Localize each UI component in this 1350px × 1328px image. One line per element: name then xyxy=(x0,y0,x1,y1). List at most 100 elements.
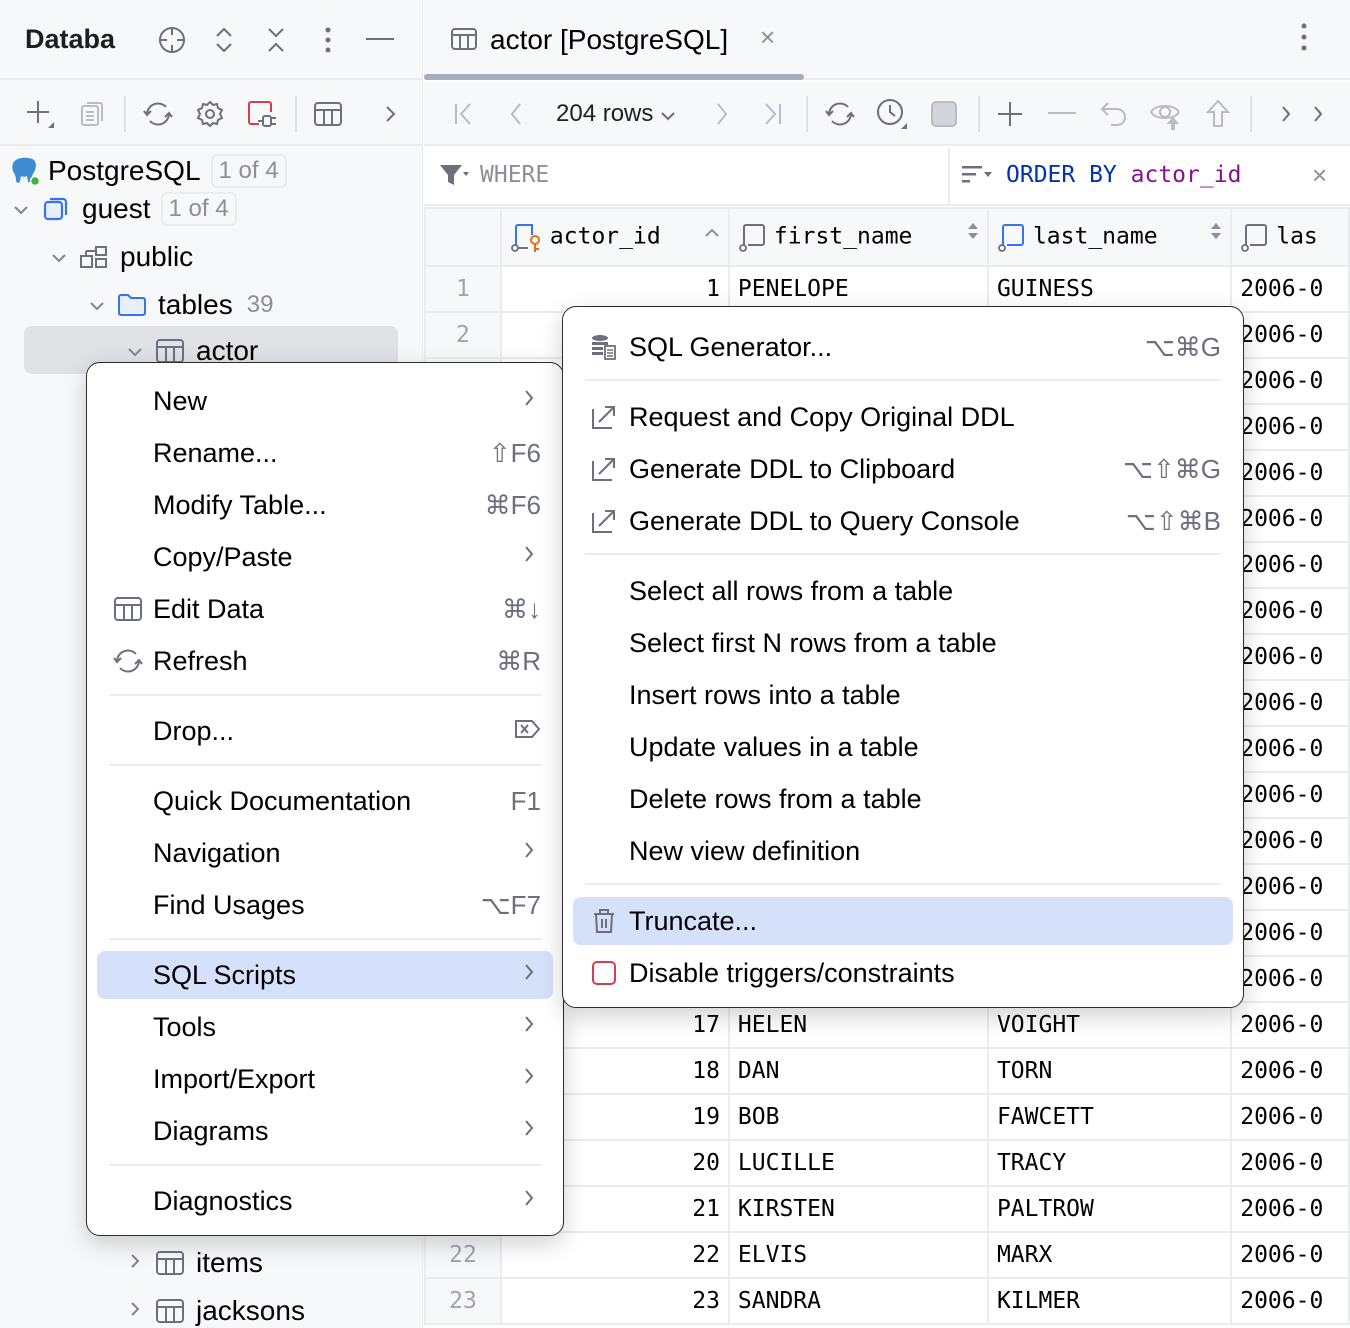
menu-item-new-view-definition[interactable]: New view definition xyxy=(573,827,1233,875)
collapse-all-icon[interactable] xyxy=(259,22,293,58)
menu-item-sql-generator[interactable]: SQL Generator... ⌥⌘G xyxy=(573,323,1233,371)
cell-last-name[interactable]: FAWCETT xyxy=(986,1093,1233,1141)
cell-last-name[interactable]: TORN xyxy=(986,1047,1233,1095)
cell-last-update[interactable]: 2006-0 xyxy=(1230,495,1350,543)
chevron-right-icon[interactable] xyxy=(372,96,408,132)
menu-item-update-values-in-a-table[interactable]: Update values in a table xyxy=(573,723,1233,771)
cell-actor-id[interactable]: 22 xyxy=(499,1231,730,1279)
copy-icon[interactable] xyxy=(74,96,110,132)
cell-last-update[interactable]: 2006-0 xyxy=(1230,265,1350,313)
revert-icon[interactable] xyxy=(1096,96,1132,132)
cell-last-name[interactable]: KILMER xyxy=(986,1277,1233,1325)
menu-item-select-all-rows-from-a-table[interactable]: Select all rows from a table xyxy=(573,567,1233,615)
menu-item-navigation[interactable]: Navigation xyxy=(97,829,553,877)
menu-item-select-first-n-rows-from-a-table[interactable]: Select first N rows from a table xyxy=(573,619,1233,667)
menu-item-disable-triggers-constraints[interactable]: Disable triggers/constraints xyxy=(573,949,1233,997)
column-header-first-name[interactable]: first_name xyxy=(727,207,989,267)
chevron-right-icon[interactable] xyxy=(120,1300,150,1323)
column-header-last-update[interactable]: las xyxy=(1230,207,1350,267)
cell-last-update[interactable]: 2006-0 xyxy=(1230,587,1350,635)
menu-item-insert-rows-into-a-table[interactable]: Insert rows into a table xyxy=(573,671,1233,719)
menu-item-sql-scripts[interactable]: SQL Scripts xyxy=(97,951,553,999)
cell-first-name[interactable]: LUCILLE xyxy=(727,1139,989,1187)
menu-item-drop[interactable]: Drop... xyxy=(97,707,553,755)
cell-first-name[interactable]: KIRSTEN xyxy=(727,1185,989,1233)
cell-last-update[interactable]: 2006-0 xyxy=(1230,817,1350,865)
expand-all-icon[interactable] xyxy=(207,22,241,58)
cell-last-update[interactable]: 2006-0 xyxy=(1230,403,1350,451)
preview-changes-icon[interactable] xyxy=(1148,96,1184,132)
add-icon[interactable] xyxy=(22,96,58,132)
delete-row-icon[interactable] xyxy=(1044,96,1080,132)
cell-last-update[interactable]: 2006-0 xyxy=(1230,771,1350,819)
minimize-icon[interactable] xyxy=(363,22,397,58)
stop-icon[interactable] xyxy=(926,96,962,132)
cell-last-update[interactable]: 2006-0 xyxy=(1230,955,1350,1003)
cell-last-update[interactable]: 2006-0 xyxy=(1230,357,1350,405)
cell-last-update[interactable]: 2006-0 xyxy=(1230,1231,1350,1279)
column-header-actor-id[interactable]: actor_id xyxy=(499,207,730,267)
chevron-down-icon[interactable] xyxy=(44,246,74,269)
cell-last-update[interactable]: 2006-0 xyxy=(1230,1277,1350,1325)
tree-item-jacksons[interactable]: jacksons xyxy=(120,1288,305,1328)
column-header-last-name[interactable]: last_name xyxy=(986,207,1233,267)
menu-item-import-export[interactable]: Import/Export xyxy=(97,1055,553,1103)
cell-last-update[interactable]: 2006-0 xyxy=(1230,541,1350,589)
cell-last-update[interactable]: 2006-0 xyxy=(1230,1093,1350,1141)
menu-item-request-and-copy-original-ddl[interactable]: Request and Copy Original DDL xyxy=(573,393,1233,441)
menu-item-truncate[interactable]: Truncate... xyxy=(573,897,1233,945)
row-count-dropdown[interactable]: 204 rows xyxy=(556,100,676,128)
chevron-right-icon[interactable] xyxy=(120,1252,150,1275)
tree-item-tables-folder[interactable]: tables 39 xyxy=(82,282,273,328)
cell-first-name[interactable]: HELEN xyxy=(727,1001,989,1049)
chevron-down-icon[interactable] xyxy=(120,340,150,363)
more-vertical-icon[interactable] xyxy=(1300,22,1308,57)
menu-item-edit-data[interactable]: Edit Data ⌘↓ xyxy=(97,585,553,633)
settings-icon[interactable] xyxy=(192,96,228,132)
menu-item-generate-ddl-to-clipboard[interactable]: Generate DDL to Clipboard ⌥⇧⌘G xyxy=(573,445,1233,493)
cell-last-update[interactable]: 2006-0 xyxy=(1230,863,1350,911)
next-page-icon[interactable] xyxy=(704,96,740,132)
sort-ascending-icon[interactable] xyxy=(704,222,720,243)
sort-icon[interactable] xyxy=(967,222,979,245)
cell-last-update[interactable]: 2006-0 xyxy=(1230,449,1350,497)
menu-item-rename[interactable]: Rename... ⇧F6 xyxy=(97,429,553,477)
clear-order-icon[interactable]: × xyxy=(1312,160,1327,191)
refresh-icon[interactable] xyxy=(822,96,858,132)
chevron-right-icon[interactable] xyxy=(1268,96,1304,132)
tree-item-schema[interactable]: public xyxy=(44,234,193,280)
table-view-icon[interactable] xyxy=(310,96,346,132)
cell-first-name[interactable]: BOB xyxy=(727,1093,989,1141)
first-page-icon[interactable] xyxy=(446,96,482,132)
chevron-down-icon[interactable] xyxy=(6,198,36,221)
cell-last-update[interactable]: 2006-0 xyxy=(1230,311,1350,359)
table-row[interactable]: 23 23 SANDRA KILMER 2006-0 xyxy=(424,1277,1350,1325)
close-icon[interactable]: × xyxy=(760,22,775,53)
history-icon[interactable] xyxy=(874,96,910,132)
cell-actor-id[interactable]: 23 xyxy=(499,1277,730,1325)
menu-item-new[interactable]: New xyxy=(97,377,553,425)
cell-first-name[interactable]: DAN xyxy=(727,1047,989,1095)
cell-last-update[interactable]: 2006-0 xyxy=(1230,909,1350,957)
cell-last-update[interactable]: 2006-0 xyxy=(1230,1185,1350,1233)
menu-item-delete-rows-from-a-table[interactable]: Delete rows from a table xyxy=(573,775,1233,823)
last-page-icon[interactable] xyxy=(754,96,790,132)
cell-last-update[interactable]: 2006-0 xyxy=(1230,1139,1350,1187)
cell-last-name[interactable]: MARX xyxy=(986,1231,1233,1279)
tab-actor[interactable]: actor [PostgreSQL] × xyxy=(424,0,804,80)
cell-last-name[interactable]: TRACY xyxy=(986,1139,1233,1187)
menu-item-generate-ddl-to-query-console[interactable]: Generate DDL to Query Console ⌥⇧⌘B xyxy=(573,497,1233,545)
cell-last-name[interactable]: PALTROW xyxy=(986,1185,1233,1233)
order-by-input[interactable]: ORDER BY actor_id xyxy=(960,162,1241,188)
menu-item-modify-table[interactable]: Modify Table... ⌘F6 xyxy=(97,481,553,529)
cell-last-update[interactable]: 2006-0 xyxy=(1230,1001,1350,1049)
menu-item-find-usages[interactable]: Find Usages ⌥F7 xyxy=(97,881,553,929)
cell-first-name[interactable]: SANDRA xyxy=(727,1277,989,1325)
cell-last-update[interactable]: 2006-0 xyxy=(1230,679,1350,727)
chevron-right-icon[interactable] xyxy=(1300,96,1336,132)
cell-last-update[interactable]: 2006-0 xyxy=(1230,1047,1350,1095)
submit-icon[interactable] xyxy=(1200,96,1236,132)
cell-last-update[interactable]: 2006-0 xyxy=(1230,725,1350,773)
menu-item-diagnostics[interactable]: Diagnostics xyxy=(97,1177,553,1225)
tree-item-items[interactable]: items xyxy=(120,1240,263,1286)
